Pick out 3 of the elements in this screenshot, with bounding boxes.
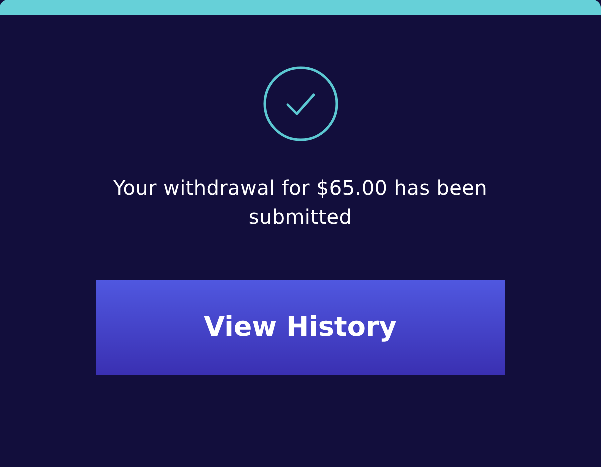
view-history-button[interactable]: View History xyxy=(96,280,505,375)
check-circle-icon xyxy=(262,66,338,142)
confirmation-message: Your withdrawal for $65.00 has been submitted xyxy=(112,175,489,231)
